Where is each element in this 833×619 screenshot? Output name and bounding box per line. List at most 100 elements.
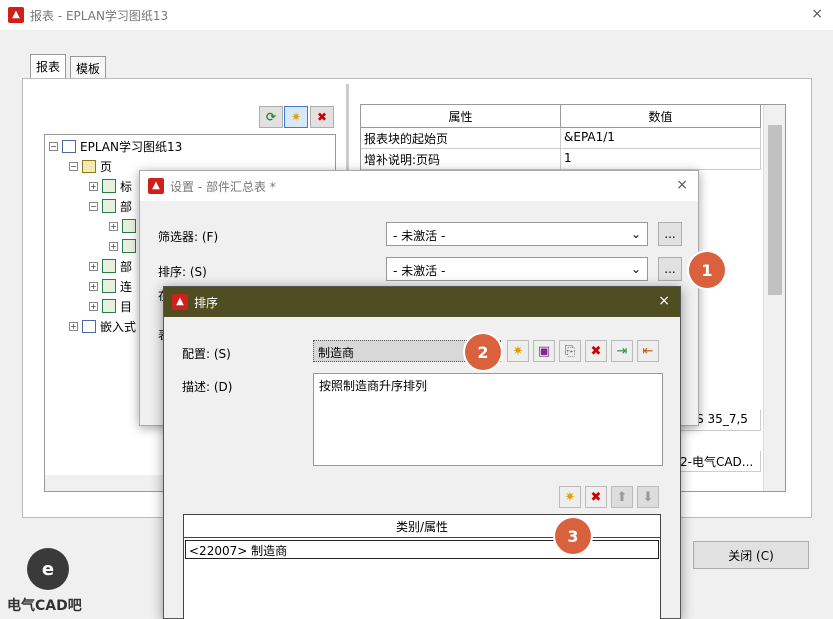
new-button[interactable]: ✷ xyxy=(284,106,308,128)
grid-header-value-label: 数值 xyxy=(648,109,673,124)
tree-item[interactable]: − 部 xyxy=(89,197,132,215)
tree-item[interactable]: + 部 xyxy=(89,257,132,275)
tree-root[interactable]: − EPLAN学习图纸13 xyxy=(49,137,182,155)
add-row-button[interactable]: ✷ xyxy=(559,486,581,508)
grid-cell-property[interactable]: 增补说明:页码 xyxy=(361,149,561,170)
sort-select[interactable]: - 未激活 - ⌄ xyxy=(386,257,648,281)
embedded-icon xyxy=(82,319,96,333)
sort-more-button[interactable]: ... xyxy=(658,257,682,281)
expand-icon[interactable]: + xyxy=(89,301,98,311)
chevron-down-icon: ⌄ xyxy=(630,227,641,241)
tree-item[interactable]: + 目 xyxy=(89,297,132,315)
table-row-label: <22007> 制造商 xyxy=(189,544,288,558)
filter-select[interactable]: - 未激活 - ⌄ xyxy=(386,222,648,246)
filter-value: - 未激活 - xyxy=(393,229,446,243)
move-up-button[interactable]: ⬆ xyxy=(611,486,633,508)
tree-page[interactable]: − 页 xyxy=(69,157,112,175)
save-config-button[interactable]: ▣ xyxy=(533,340,555,362)
tab-template[interactable]: 模板 xyxy=(70,56,107,78)
tree-item-label: 部 xyxy=(120,259,133,274)
close-main-label: 关闭 (C) xyxy=(728,548,774,563)
badge-label: 2 xyxy=(477,342,489,362)
sort-title: 排序 xyxy=(194,295,219,310)
tree-item-label: 标 xyxy=(120,179,133,194)
export-config-button[interactable]: ⇤ xyxy=(637,340,659,362)
collapse-icon[interactable]: − xyxy=(69,161,78,171)
badge-label: 3 xyxy=(567,526,579,546)
settings-title: 设置 - 部件汇总表 * xyxy=(170,179,276,194)
import-config-button[interactable]: ⇥ xyxy=(611,340,633,362)
report-page-icon xyxy=(102,279,116,293)
config-value: 制造商 xyxy=(318,346,355,360)
expand-icon[interactable]: + xyxy=(109,221,118,231)
settings-close-icon[interactable]: × xyxy=(676,177,688,193)
tree-item[interactable]: + 连 xyxy=(89,277,132,295)
report-page-icon xyxy=(122,239,136,253)
tree-item[interactable]: + 标 xyxy=(89,177,132,195)
grid-header-property-label: 属性 xyxy=(448,109,473,124)
sort-label: 排序: (S) xyxy=(158,265,207,279)
badge-label: 1 xyxy=(701,260,713,280)
grid-cell-value[interactable]: &EPA1/1 xyxy=(561,128,761,149)
tree-item-label: 部 xyxy=(120,199,133,214)
tree-subitem[interactable]: + xyxy=(109,237,136,255)
annotation-badge-1: 1 xyxy=(689,252,725,288)
annotation-badge-3: 3 xyxy=(555,518,591,554)
main-close-icon[interactable]: × xyxy=(811,6,823,22)
grid-cell-value[interactable]: 2-电气CAD... xyxy=(677,451,761,472)
project-icon xyxy=(62,139,76,153)
close-main-button[interactable]: 关闭 (C) xyxy=(693,541,809,569)
delete-config-button[interactable]: ✖ xyxy=(585,340,607,362)
annotation-badge-2: 2 xyxy=(465,334,501,370)
expand-icon[interactable]: + xyxy=(69,321,78,331)
sort-value: - 未激活 - xyxy=(393,264,446,278)
report-page-icon xyxy=(102,179,116,193)
expand-icon[interactable]: + xyxy=(89,181,98,191)
tree-embedded[interactable]: + 嵌入式 xyxy=(69,317,136,335)
filter-label: 筛选器: (F) xyxy=(158,230,219,244)
main-title: 报表 - EPLAN学习图纸13 xyxy=(30,8,169,23)
grid-cell-value[interactable]: 1 xyxy=(561,149,761,170)
filter-more-button[interactable]: ... xyxy=(658,222,682,246)
eplan-app-icon: ▲ xyxy=(148,178,164,194)
report-page-icon xyxy=(102,299,116,313)
expand-icon[interactable]: + xyxy=(89,281,98,291)
tree-root-label: EPLAN学习图纸13 xyxy=(80,139,183,154)
desc-label: 描述: (D) xyxy=(182,380,233,394)
copy-config-button[interactable]: ⎘ xyxy=(559,340,581,362)
tab-report-label: 报表 xyxy=(36,60,61,74)
chevron-down-icon: ⌄ xyxy=(630,262,641,276)
tree-embedded-label: 嵌入式 xyxy=(100,319,137,334)
tree-page-label: 页 xyxy=(100,159,113,174)
tab-template-label: 模板 xyxy=(76,62,101,76)
expand-icon[interactable]: + xyxy=(109,241,118,251)
grid-cell-property[interactable]: 报表块的起始页 xyxy=(361,128,561,149)
expand-icon[interactable]: + xyxy=(89,261,98,271)
main-titlebar: ▲ 报表 - EPLAN学习图纸13 × xyxy=(0,0,833,30)
grid-header-property[interactable]: 属性 xyxy=(361,105,561,128)
sort-more-label: ... xyxy=(664,262,676,276)
collapse-icon[interactable]: − xyxy=(89,201,98,211)
desc-textarea[interactable]: 按照制造商升序排列 xyxy=(313,373,663,466)
config-label: 配置: (S) xyxy=(182,347,231,361)
filter-more-label: ... xyxy=(664,227,676,241)
sort-close-icon[interactable]: × xyxy=(658,293,670,309)
delete-row-button[interactable]: ✖ xyxy=(585,486,607,508)
grid-header-value[interactable]: 数值 xyxy=(561,105,761,128)
eplan-app-icon: ▲ xyxy=(172,294,188,310)
new-config-button[interactable]: ✷ xyxy=(507,340,529,362)
move-down-button[interactable]: ⬇ xyxy=(637,486,659,508)
eplan-app-icon: ▲ xyxy=(8,7,24,23)
refresh-button[interactable]: ⟳ xyxy=(259,106,283,128)
delete-button[interactable]: ✖ xyxy=(310,106,334,128)
tree-subitem[interactable]: + xyxy=(109,217,136,235)
report-page-icon xyxy=(102,259,116,273)
tab-report[interactable]: 报表 xyxy=(30,54,67,79)
collapse-icon[interactable]: − xyxy=(49,141,58,151)
grid-vscrollbar[interactable] xyxy=(763,105,785,491)
tree-item-label: 连 xyxy=(120,279,133,294)
report-page-icon xyxy=(102,199,116,213)
sort-titlebar: ▲ 排序 × xyxy=(164,287,680,317)
watermark-logo-icon: e xyxy=(27,548,69,590)
grid-scroll-thumb[interactable] xyxy=(768,125,782,295)
